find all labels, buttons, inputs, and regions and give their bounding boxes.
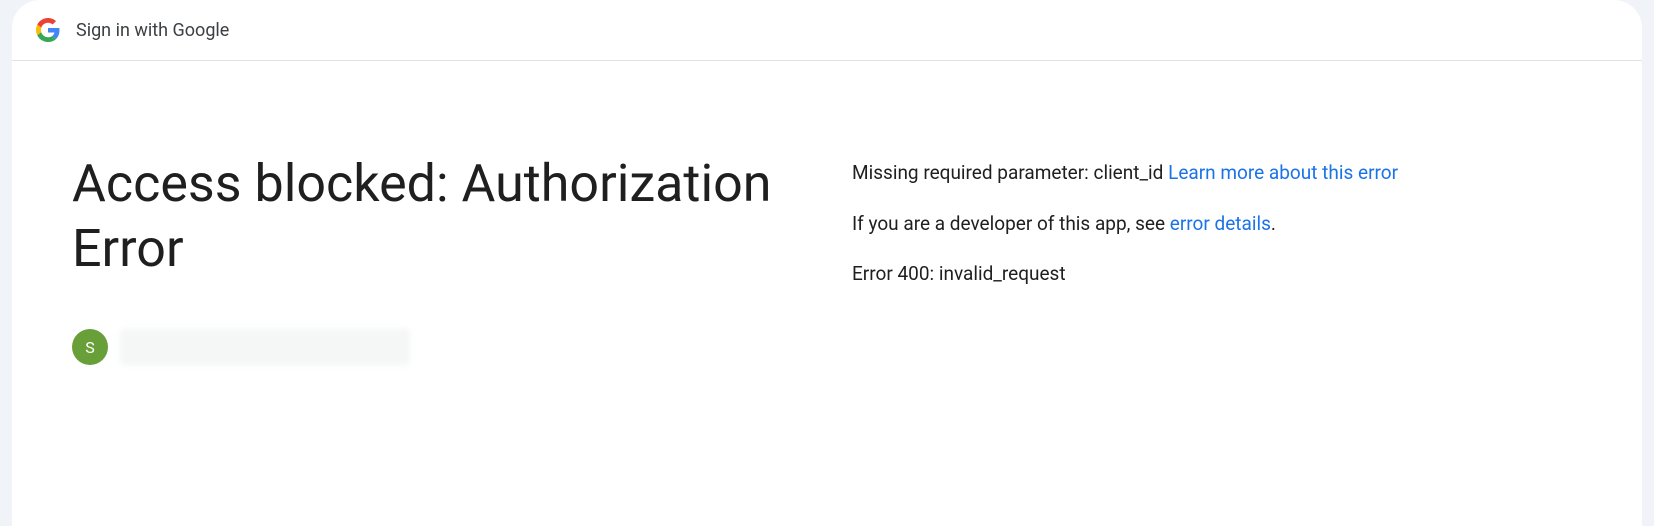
auth-error-card: Sign in with Google Access blocked: Auth… (12, 0, 1642, 526)
header: Sign in with Google (12, 0, 1642, 61)
left-column: Access blocked: Authorization Error S (72, 151, 792, 365)
account-row: S (72, 329, 792, 365)
account-email-redacted (120, 329, 410, 365)
error-code: Error 400: invalid_request (852, 260, 1582, 289)
header-title: Sign in with Google (76, 20, 229, 41)
google-logo-icon (36, 18, 60, 42)
error-missing-param: Missing required parameter: client_id Le… (852, 159, 1582, 188)
developer-hint: If you are a developer of this app, see … (852, 210, 1582, 239)
page-title: Access blocked: Authorization Error (72, 151, 792, 281)
right-column: Missing required parameter: client_id Le… (852, 151, 1582, 365)
error-missing-param-text: Missing required parameter: client_id (852, 161, 1168, 184)
error-details-link[interactable]: error details (1170, 212, 1271, 235)
developer-hint-after: . (1271, 212, 1276, 235)
developer-hint-before: If you are a developer of this app, see (852, 212, 1170, 235)
learn-more-link[interactable]: Learn more about this error (1168, 161, 1398, 184)
avatar: S (72, 329, 108, 365)
content-area: Access blocked: Authorization Error S Mi… (12, 61, 1642, 405)
